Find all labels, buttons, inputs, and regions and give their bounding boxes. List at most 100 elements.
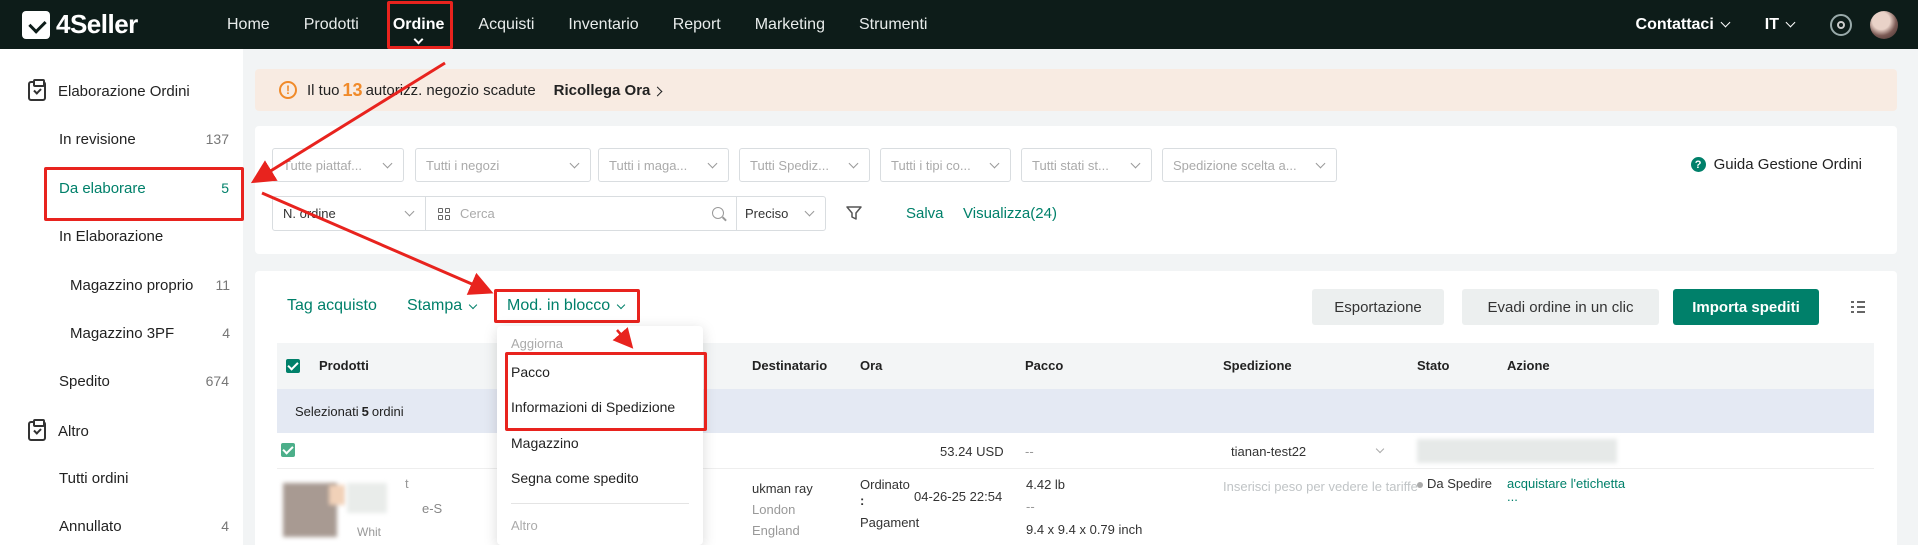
platform-select[interactable]: Tutte piattaf... bbox=[272, 148, 404, 182]
sidebar-group-elaborazione[interactable]: Elaborazione Ordini bbox=[28, 79, 190, 101]
highlight-box-ordine bbox=[387, 1, 453, 49]
nav-prodotti[interactable]: Prodotti bbox=[287, 0, 376, 49]
language-menu[interactable]: IT bbox=[1764, 15, 1796, 34]
nav-inventario[interactable]: Inventario bbox=[551, 0, 655, 49]
row-checkbox[interactable] bbox=[281, 443, 295, 457]
store-select-value: Tutti i negozi bbox=[426, 157, 500, 173]
banner-text-pre: Il tuo bbox=[307, 81, 340, 99]
selection-text-post: ordini bbox=[371, 403, 404, 419]
order-guide-link[interactable]: ? Guida Gestione Ordini bbox=[1690, 156, 1862, 173]
col-pacco: Pacco bbox=[1025, 358, 1064, 373]
help-icon: ? bbox=[1690, 157, 1706, 172]
chosen-shipping-select[interactable]: Spedizione scelta a... bbox=[1162, 148, 1337, 182]
sidebar-item-count: 137 bbox=[205, 131, 229, 147]
package-dash: -- bbox=[1026, 499, 1035, 514]
sidebar-item-in-elaborazione[interactable]: In Elaborazione bbox=[59, 228, 229, 245]
col-prodotti: Prodotti bbox=[319, 358, 369, 373]
col-azione: Azione bbox=[1507, 358, 1550, 373]
col-spedizione: Spedizione bbox=[1223, 358, 1292, 373]
menu-item-magazzino[interactable]: Magazzino bbox=[511, 435, 579, 451]
chevron-down-icon bbox=[1315, 158, 1326, 169]
sidebar-group-label: Elaborazione Ordini bbox=[58, 82, 190, 100]
status-badge: Da Spedire bbox=[1417, 476, 1492, 491]
print-label: Stampa bbox=[407, 297, 463, 314]
sidebar-item-tutti-ordini[interactable]: Tutti ordini bbox=[59, 470, 229, 487]
sidebar-item-count: 4 bbox=[221, 518, 229, 534]
chosen-shipping-select-value: Spedizione scelta a... bbox=[1173, 157, 1297, 173]
status-select[interactable]: Tutti stati st... bbox=[1021, 148, 1152, 182]
contact-menu[interactable]: Contattaci bbox=[1636, 16, 1731, 34]
precision-select[interactable]: Preciso bbox=[736, 196, 826, 231]
search-icon bbox=[712, 207, 724, 219]
shipping-select[interactable]: Tutti Spediz... bbox=[739, 148, 870, 182]
chevron-down-icon bbox=[468, 300, 478, 309]
package-value: -- bbox=[1025, 444, 1034, 459]
brand-name: 4Seller bbox=[56, 9, 138, 39]
warehouse-select[interactable]: Tutti i maga... bbox=[598, 148, 729, 182]
main-nav: Home Prodotti Ordine Acquisti Inventario… bbox=[210, 0, 944, 49]
order-amount: 53.24 USD bbox=[940, 444, 1004, 459]
expired-auth-banner: ! Il tuo 13 autorizz. negozio scadute Ri… bbox=[255, 69, 1897, 111]
product-thumbnail-detail bbox=[329, 485, 345, 505]
search-input[interactable]: Cerca bbox=[425, 196, 737, 231]
recipient-country: England bbox=[752, 523, 800, 538]
paid-label: Pagament bbox=[860, 515, 920, 530]
purchase-tag-button[interactable]: Tag acquisto bbox=[287, 297, 377, 315]
nav-right: Contattaci IT bbox=[1636, 0, 1918, 49]
one-click-fulfill-button[interactable]: Evadi ordine in un clic bbox=[1462, 289, 1659, 325]
filter-icon[interactable] bbox=[845, 204, 863, 222]
brand-logo[interactable]: 4Seller bbox=[22, 9, 138, 40]
avatar[interactable] bbox=[1870, 10, 1898, 39]
import-shipped-button[interactable]: Importa spediti bbox=[1673, 289, 1819, 325]
menu-item-mark-shipped[interactable]: Segna come spedito bbox=[511, 470, 639, 486]
nav-home[interactable]: Home bbox=[210, 0, 287, 49]
order-field-select[interactable]: N. ordine bbox=[272, 196, 426, 231]
sidebar-item-magazzino-3pf[interactable]: Magazzino 3PF 4 bbox=[70, 325, 230, 342]
type-select[interactable]: Tutti i tipi co... bbox=[880, 148, 1011, 182]
dropdown-section-altro: Altro bbox=[511, 518, 538, 533]
col-stato: Stato bbox=[1417, 358, 1450, 373]
sidebar-item-magazzino-proprio[interactable]: Magazzino proprio 11 bbox=[70, 277, 230, 294]
chevron-down-icon bbox=[1130, 158, 1141, 169]
sidebar-item-spedito[interactable]: Spedito 674 bbox=[59, 373, 229, 390]
sidebar-item-in-revisione[interactable]: In revisione 137 bbox=[59, 131, 229, 148]
clipboard-icon bbox=[28, 79, 46, 101]
shipping-select[interactable]: tianan-test22 bbox=[1231, 444, 1306, 459]
platform-select-value: Tutte piattaf... bbox=[283, 157, 363, 173]
nav-marketing[interactable]: Marketing bbox=[738, 0, 842, 49]
order-field-value: N. ordine bbox=[283, 206, 336, 221]
save-link[interactable]: Salva bbox=[906, 205, 944, 222]
chevron-down-icon bbox=[707, 158, 718, 169]
buy-label-link[interactable]: acquistare l'etichetta bbox=[1507, 476, 1625, 491]
sidebar-group-altro[interactable]: Altro bbox=[28, 419, 89, 441]
column-settings-icon[interactable] bbox=[1850, 300, 1866, 314]
nav-strumenti[interactable]: Strumenti bbox=[842, 0, 944, 49]
product-name-fragment: e-S bbox=[422, 501, 443, 516]
store-select[interactable]: Tutti i negozi bbox=[415, 148, 591, 182]
ordered-label: Ordinato bbox=[860, 477, 910, 492]
select-all-checkbox[interactable] bbox=[286, 359, 300, 373]
reconnect-link[interactable]: Ricollega Ora bbox=[554, 82, 663, 99]
sidebar-item-annullato[interactable]: Annullato 4 bbox=[59, 518, 229, 535]
top-nav: 4Seller Home Prodotti Ordine Acquisti In… bbox=[0, 0, 1918, 49]
highlight-box-menu-items bbox=[505, 352, 707, 431]
col-destinatario: Destinatario bbox=[752, 358, 828, 373]
chevron-down-icon bbox=[848, 158, 859, 169]
dropdown-divider bbox=[511, 503, 689, 504]
nav-report[interactable]: Report bbox=[656, 0, 738, 49]
nav-acquisti[interactable]: Acquisti bbox=[461, 0, 551, 49]
export-button[interactable]: Esportazione bbox=[1312, 289, 1444, 325]
more-actions-link[interactable]: ... bbox=[1507, 489, 1518, 504]
chevron-down-icon bbox=[989, 158, 1000, 169]
status-select-value: Tutti stati st... bbox=[1032, 157, 1109, 173]
warehouse-select-value: Tutti i maga... bbox=[609, 157, 688, 173]
ordered-colon: : bbox=[860, 493, 865, 508]
precision-value: Preciso bbox=[745, 206, 789, 221]
search-placeholder: Cerca bbox=[460, 206, 495, 221]
recipient-city: London bbox=[752, 502, 796, 517]
language-label: IT bbox=[1764, 15, 1779, 33]
view-link[interactable]: Visualizza(24) bbox=[963, 205, 1057, 222]
print-menu[interactable]: Stampa bbox=[407, 297, 478, 315]
gear-icon[interactable] bbox=[1830, 13, 1852, 36]
blurred-content bbox=[1417, 439, 1617, 463]
